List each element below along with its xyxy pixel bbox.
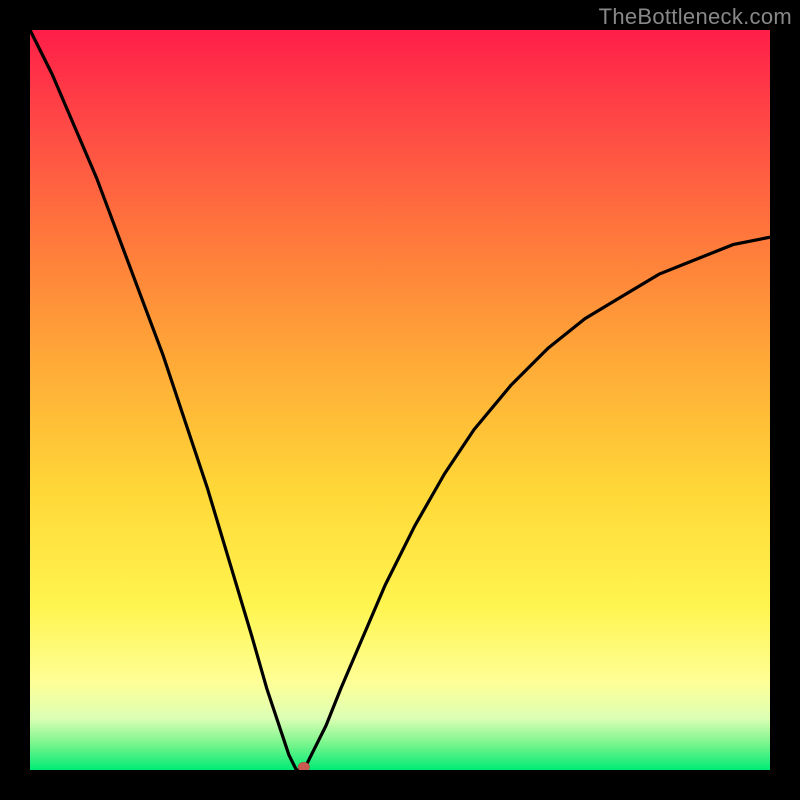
curve-svg xyxy=(30,30,770,770)
chart-area xyxy=(30,30,770,770)
minimum-marker xyxy=(298,762,310,770)
watermark-text: TheBottleneck.com xyxy=(599,4,792,30)
bottleneck-curve xyxy=(30,30,770,770)
